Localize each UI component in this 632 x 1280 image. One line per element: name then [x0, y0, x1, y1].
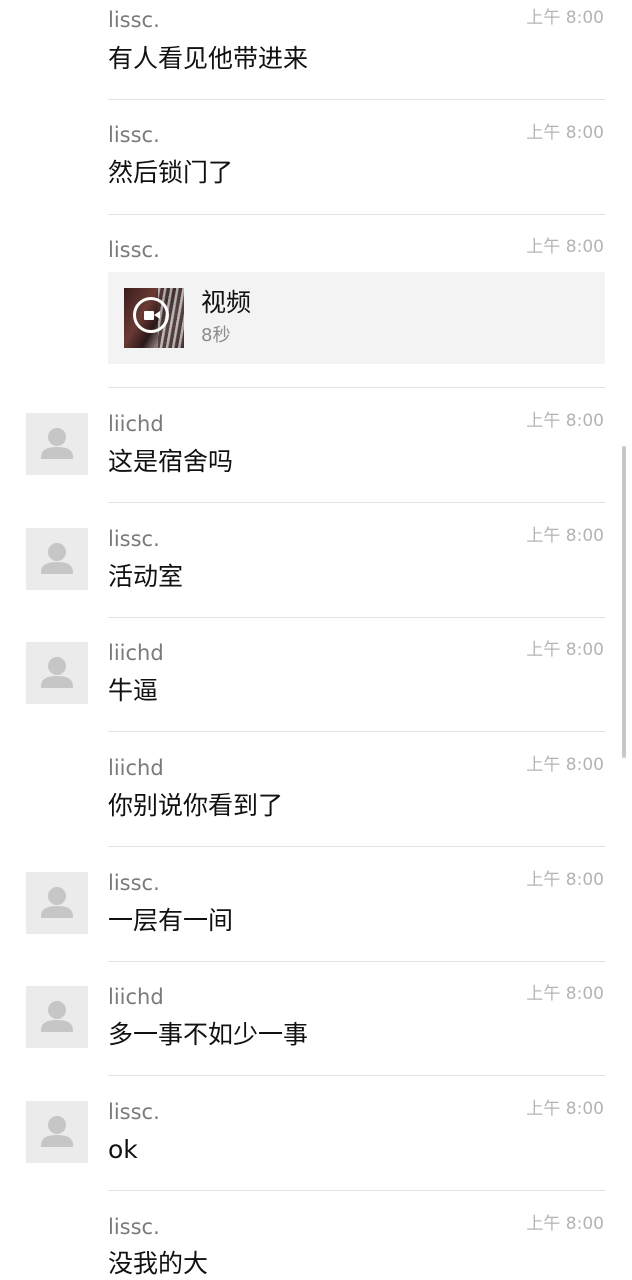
video-camera-icon [133, 297, 169, 333]
default-avatar-icon [41, 1001, 73, 1032]
message-sender: lissc. [108, 871, 160, 895]
avatar[interactable] [26, 413, 88, 475]
default-avatar-icon [41, 1116, 73, 1147]
avatar[interactable] [26, 1101, 88, 1163]
message-item[interactable]: lissc. 上午 8:00 ok [0, 1076, 632, 1191]
message-item[interactable]: liichd 上午 8:00 你别说你看到了 [0, 732, 632, 847]
video-duration: 8秒 [201, 325, 231, 346]
message-item[interactable]: lissc. 上午 8:00 没我的大 [0, 1191, 632, 1280]
message-time: 上午 8:00 [526, 526, 604, 546]
message-time: 上午 8:00 [526, 984, 604, 1004]
message-sender: lissc. [108, 238, 160, 262]
video-thumbnail[interactable] [124, 288, 184, 348]
message-item[interactable]: liichd 上午 8:00 多一事不如少一事 [0, 962, 632, 1076]
message-text: 牛逼 [108, 676, 159, 705]
message-sender: liichd [108, 756, 164, 780]
message-text: 没我的大 [108, 1249, 209, 1278]
message-text: 这是宿舍吗 [108, 447, 234, 476]
message-sender: lissc. [108, 1215, 160, 1239]
message-sender: liichd [108, 641, 164, 665]
message-sender: liichd [108, 985, 164, 1009]
default-avatar-icon [41, 428, 73, 459]
message-text: ok [108, 1135, 138, 1164]
avatar[interactable] [26, 642, 88, 704]
scrollbar[interactable] [622, 446, 626, 758]
message-text: 多一事不如少一事 [108, 1020, 309, 1049]
message-time: 上午 8:00 [526, 755, 604, 775]
video-message-card[interactable]: 视频 8秒 [108, 272, 605, 364]
message-time: 上午 8:00 [526, 411, 604, 431]
avatar[interactable] [26, 986, 88, 1048]
message-item[interactable]: liichd 上午 8:00 这是宿舍吗 [0, 388, 632, 503]
message-sender: liichd [108, 412, 164, 436]
default-avatar-icon [41, 657, 73, 688]
message-time: 上午 8:00 [526, 870, 604, 890]
default-avatar-icon [41, 543, 73, 574]
message-text: 活动室 [108, 562, 184, 591]
message-sender: lissc. [108, 527, 160, 551]
message-item[interactable]: liichd 上午 8:00 牛逼 [0, 618, 632, 732]
video-title: 视频 [201, 288, 252, 317]
message-time: 上午 8:00 [526, 640, 604, 660]
message-text: 你别说你看到了 [108, 791, 284, 820]
message-text: 一层有一间 [108, 906, 234, 935]
message-item[interactable]: lissc. 上午 8:00 活动室 [0, 503, 632, 618]
avatar[interactable] [26, 872, 88, 934]
message-time: 上午 8:00 [526, 1099, 604, 1119]
default-avatar-icon [41, 887, 73, 918]
message-time: 上午 8:00 [526, 1214, 604, 1234]
message-item[interactable]: lissc. 上午 8:00 一层有一间 [0, 847, 632, 962]
chat-history-page: lissc. 上午 8:00 有人看见他带进来 lissc. 上午 8:00 然… [0, 0, 632, 1280]
avatar[interactable] [26, 528, 88, 590]
message-item[interactable]: lissc. 上午 8:00 视频 8秒 [0, 0, 632, 390]
message-sender: lissc. [108, 1100, 160, 1124]
message-time: 上午 8:00 [526, 237, 604, 257]
